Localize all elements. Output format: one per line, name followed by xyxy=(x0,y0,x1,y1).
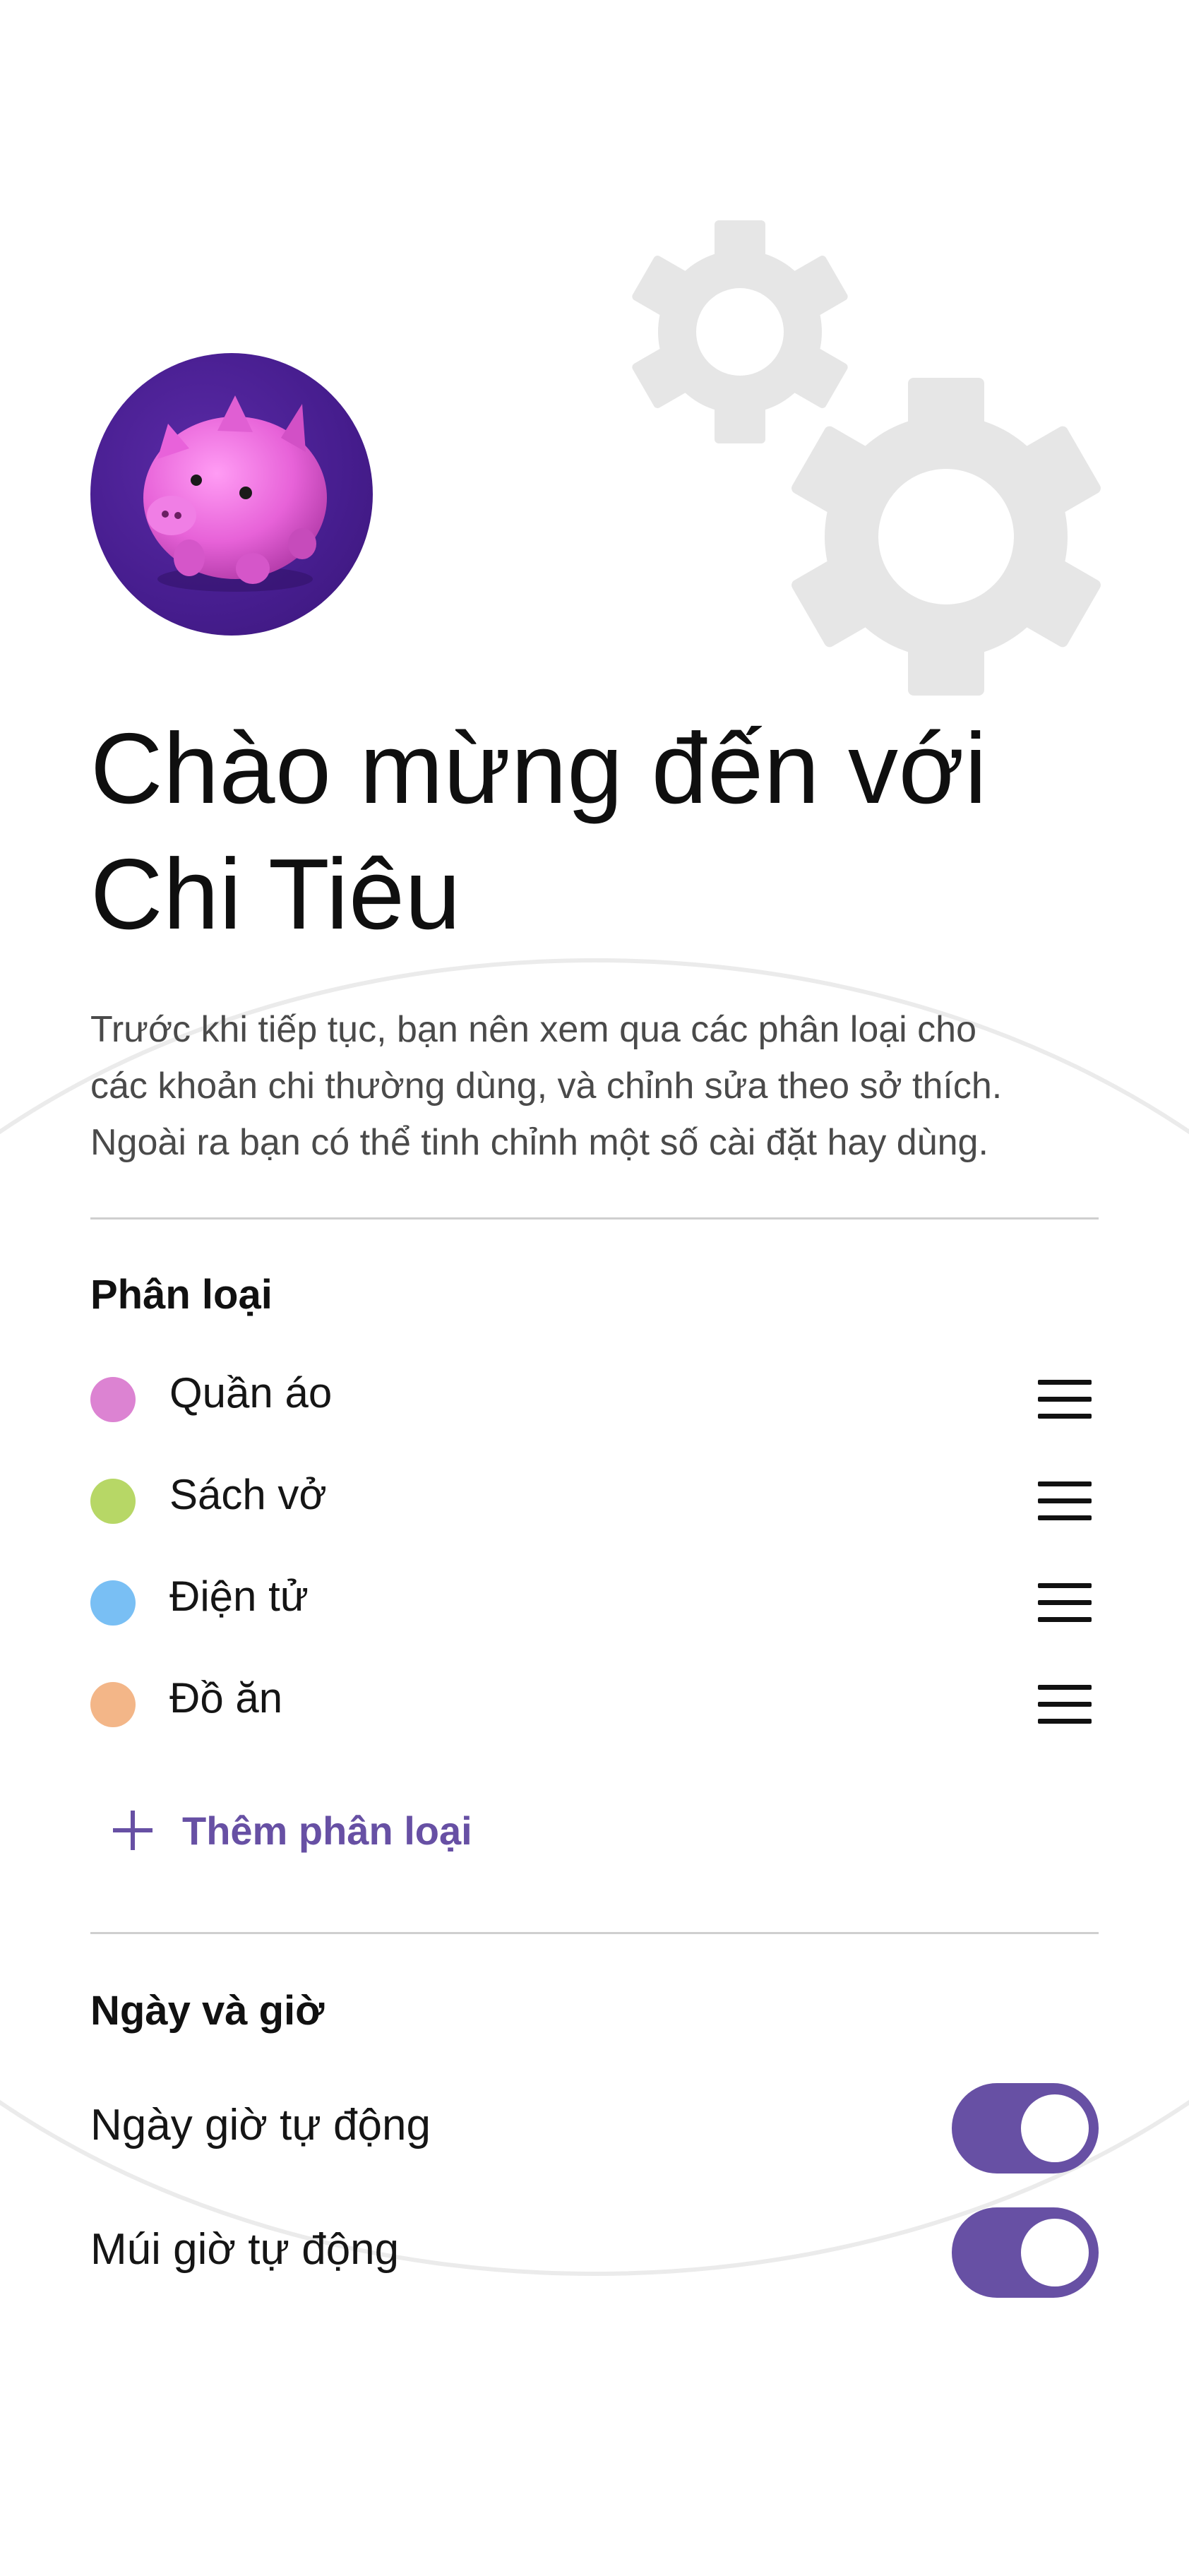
onboarding-screen: Chào mừng đến với Chi Tiêu Trước khi tiế… xyxy=(0,0,1189,2576)
drag-handle-icon[interactable] xyxy=(1038,1583,1092,1623)
category-color-dot xyxy=(90,1377,136,1422)
category-item[interactable]: Sách vở xyxy=(90,1457,1099,1542)
auto-timezone-toggle[interactable] xyxy=(952,2207,1099,2298)
intro-text: Trước khi tiếp tục, bạn nên xem qua các … xyxy=(90,1001,1107,1171)
intro-line: các khoản chi thường dùng, và chỉnh sửa … xyxy=(90,1066,1003,1107)
category-item[interactable]: Điện tử xyxy=(90,1559,1099,1644)
page-title: Chào mừng đến với Chi Tiêu xyxy=(90,706,1107,958)
category-label: Quần áo xyxy=(169,1369,333,1417)
piggy-bank-icon xyxy=(143,395,327,592)
add-category-label: Thêm phân loại xyxy=(182,1808,472,1853)
divider xyxy=(90,1932,1099,1934)
title-line: Chào mừng đến với xyxy=(90,712,988,825)
title-line: Chi Tiêu xyxy=(90,838,461,950)
drag-handle-icon[interactable] xyxy=(1038,1481,1092,1521)
category-item[interactable]: Quần áo xyxy=(90,1356,1099,1441)
toggle-knob xyxy=(1021,2219,1089,2286)
category-color-dot xyxy=(90,1580,136,1626)
auto-datetime-setting[interactable]: Ngày giờ tự động xyxy=(90,2076,1099,2175)
divider xyxy=(90,1217,1099,1220)
add-category-button[interactable]: Thêm phân loại xyxy=(113,1788,508,1873)
categories-section-title: Phân loại xyxy=(90,1272,273,1318)
category-label: Sách vở xyxy=(169,1471,327,1518)
category-label: Đồ ăn xyxy=(169,1674,283,1722)
auto-timezone-label: Múi giờ tự động xyxy=(90,2225,400,2274)
datetime-section-title: Ngày và giờ xyxy=(90,1988,325,2034)
auto-datetime-label: Ngày giờ tự động xyxy=(90,2101,431,2149)
toggle-knob xyxy=(1021,2094,1089,2162)
drag-handle-icon[interactable] xyxy=(1038,1380,1092,1419)
category-color-dot xyxy=(90,1479,136,1524)
auto-datetime-toggle[interactable] xyxy=(952,2083,1099,2174)
category-color-dot xyxy=(90,1682,136,1727)
intro-line: Ngoài ra bạn có thể tinh chỉnh một số cà… xyxy=(90,1122,988,1163)
app-logo xyxy=(90,353,373,636)
category-item[interactable]: Đồ ăn xyxy=(90,1661,1099,1746)
drag-handle-icon[interactable] xyxy=(1038,1685,1092,1724)
intro-line: Trước khi tiếp tục, bạn nên xem qua các … xyxy=(90,1009,977,1050)
plus-icon xyxy=(113,1811,153,1850)
auto-timezone-setting[interactable]: Múi giờ tự động xyxy=(90,2200,1099,2299)
category-label: Điện tử xyxy=(169,1573,309,1620)
